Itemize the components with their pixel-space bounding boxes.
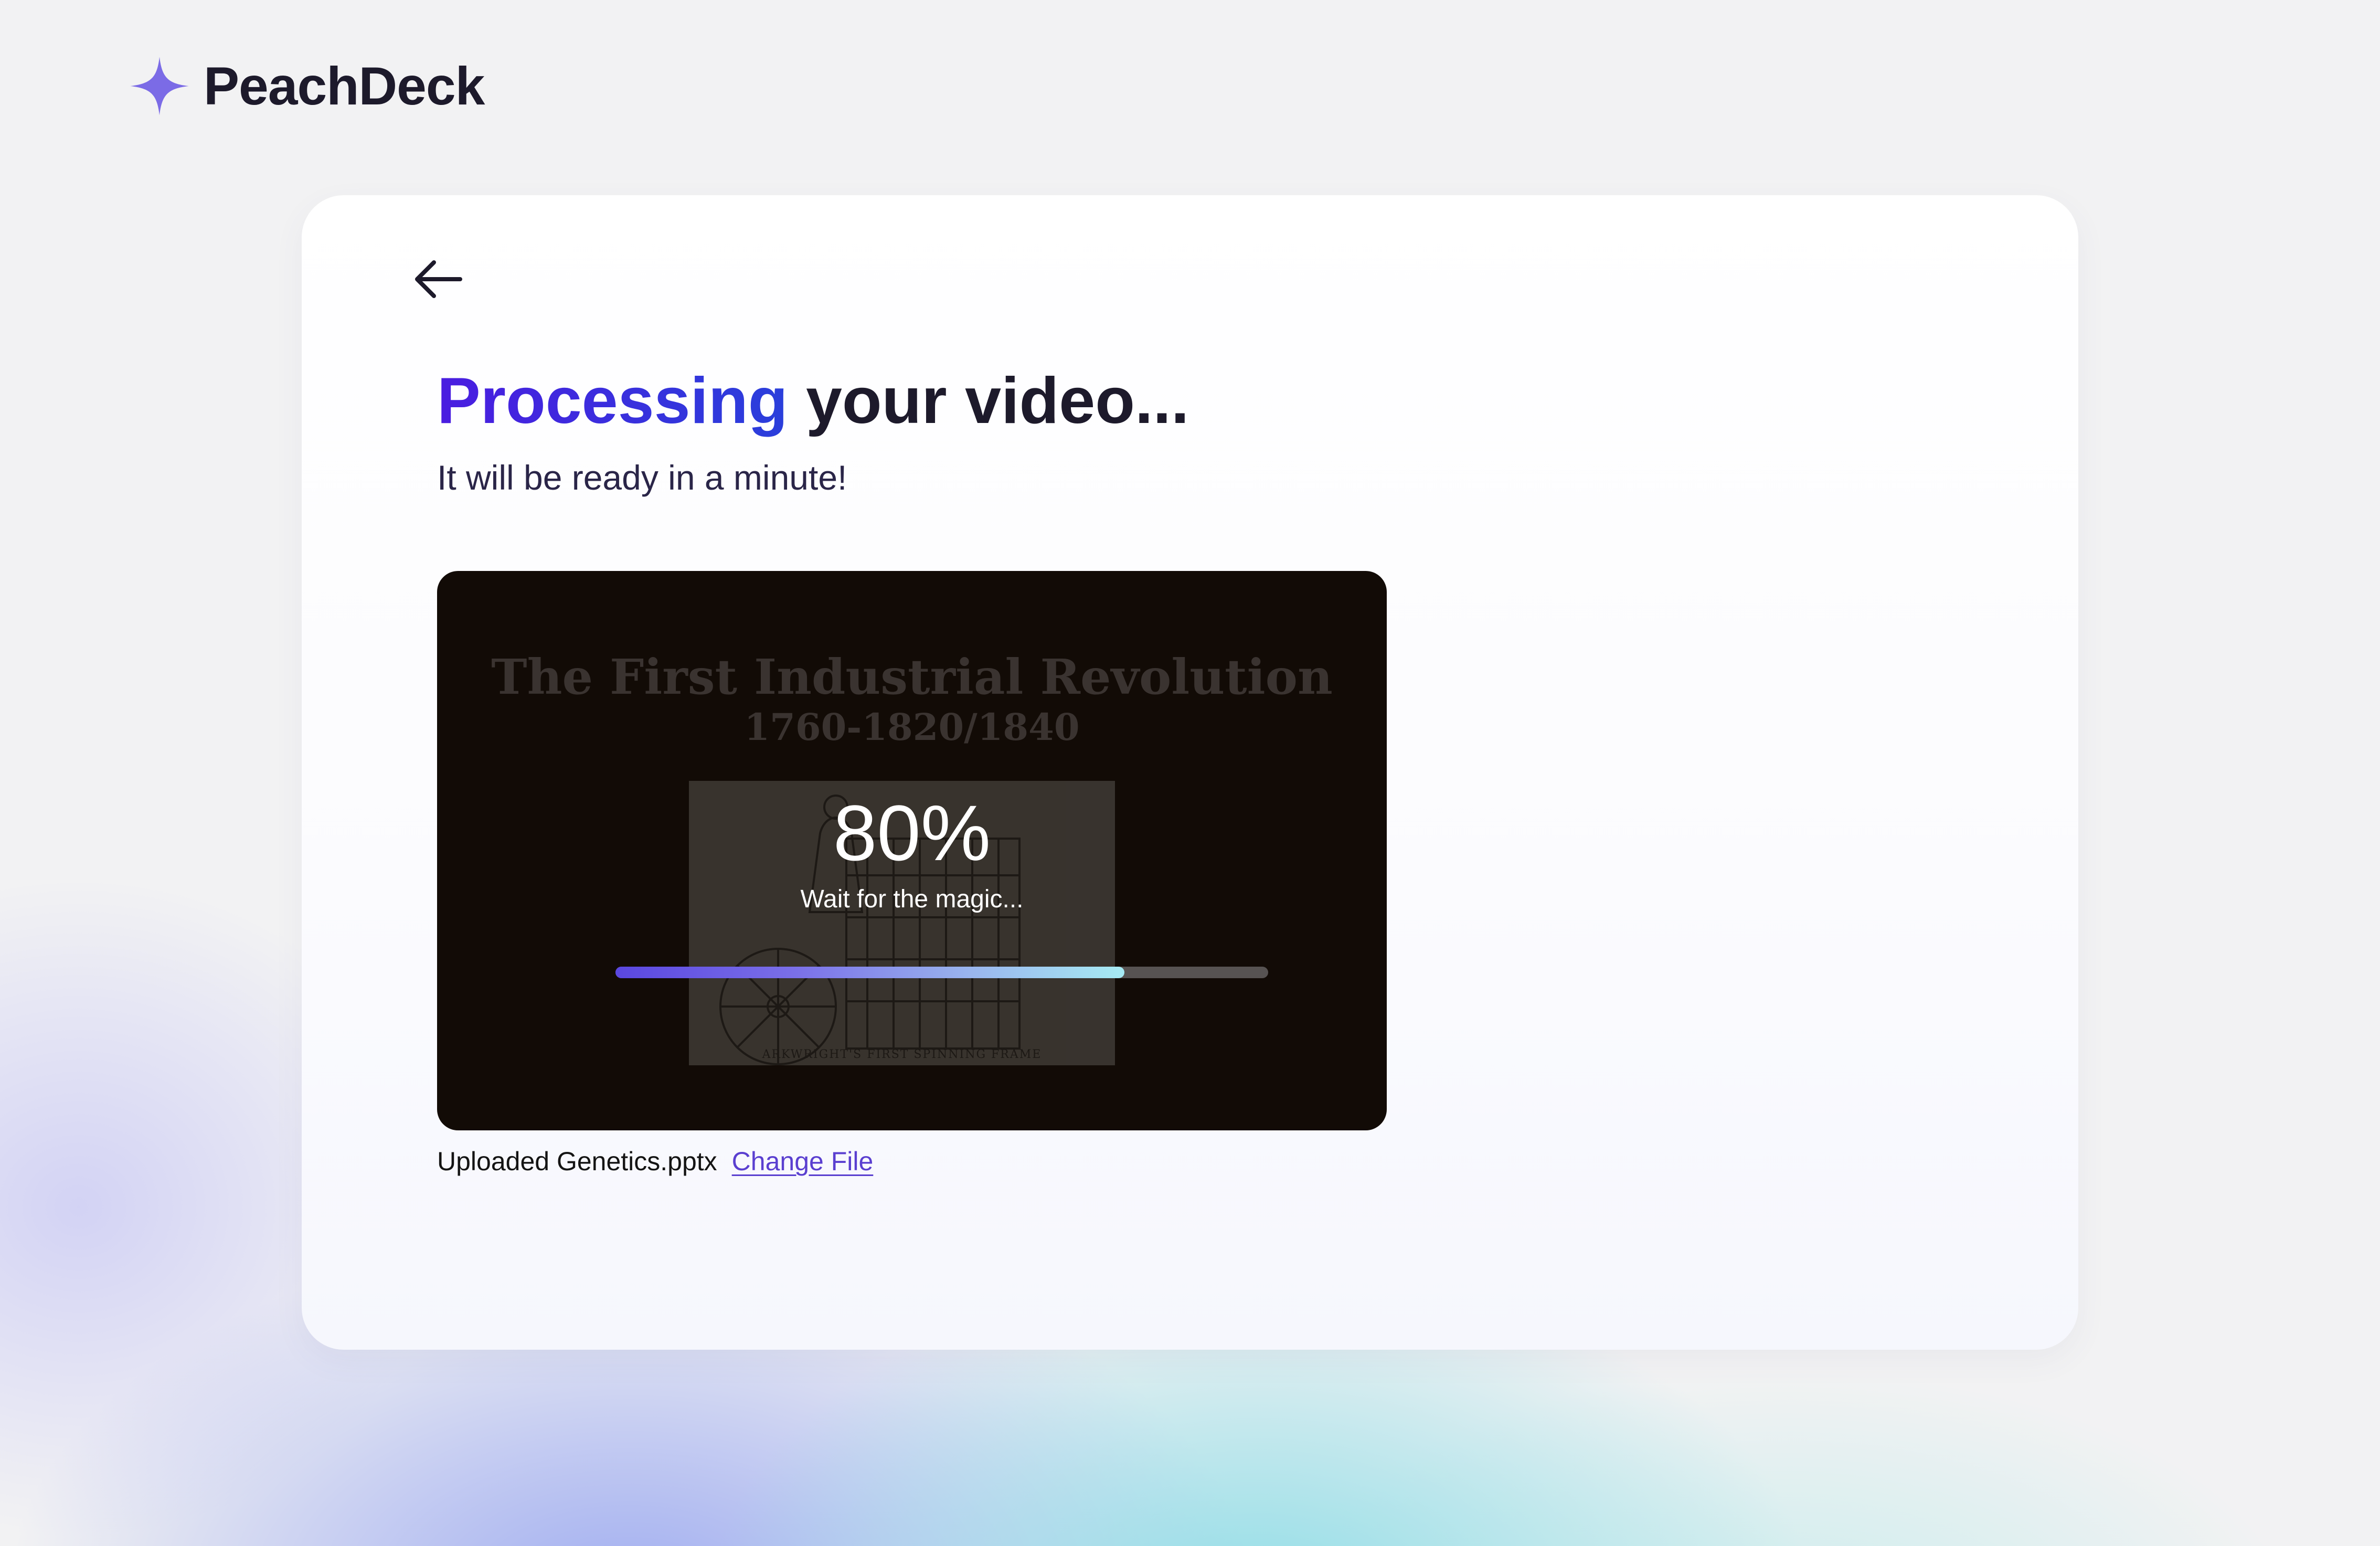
back-button[interactable] xyxy=(407,248,470,311)
slide-image-caption: ARKWRIGHT'S FIRST SPINNING FRAME xyxy=(762,1048,1042,1061)
change-file-link[interactable]: Change File xyxy=(732,1146,874,1177)
slide-subtitle: 1760-1820/1840 xyxy=(744,705,1080,749)
brand-name[interactable]: PeachDeck xyxy=(204,56,485,117)
file-info: Uploaded Genetics.pptx Change File xyxy=(437,1146,873,1177)
arrow-left-icon xyxy=(415,260,462,298)
sparkle-icon xyxy=(130,57,189,115)
title-accent: Processing xyxy=(437,365,788,437)
video-preview: The First Industrial Revolution 1760-182… xyxy=(437,571,1387,1130)
progress-percent: 80% xyxy=(833,789,991,877)
progress-fill xyxy=(615,967,1125,978)
progress-bar xyxy=(615,967,1268,978)
progress-message: Wait for the magic... xyxy=(800,885,1024,913)
page-title: Processing your video... xyxy=(437,368,1189,433)
processing-card: Processing your video... It will be read… xyxy=(302,195,2078,1350)
title-rest: your video... xyxy=(788,365,1189,437)
app-header: PeachDeck xyxy=(129,55,485,118)
uploaded-file-label: Uploaded Genetics.pptx xyxy=(437,1147,717,1176)
slide-title: The First Industrial Revolution xyxy=(491,649,1333,705)
page-subtitle: It will be ready in a minute! xyxy=(437,458,847,497)
